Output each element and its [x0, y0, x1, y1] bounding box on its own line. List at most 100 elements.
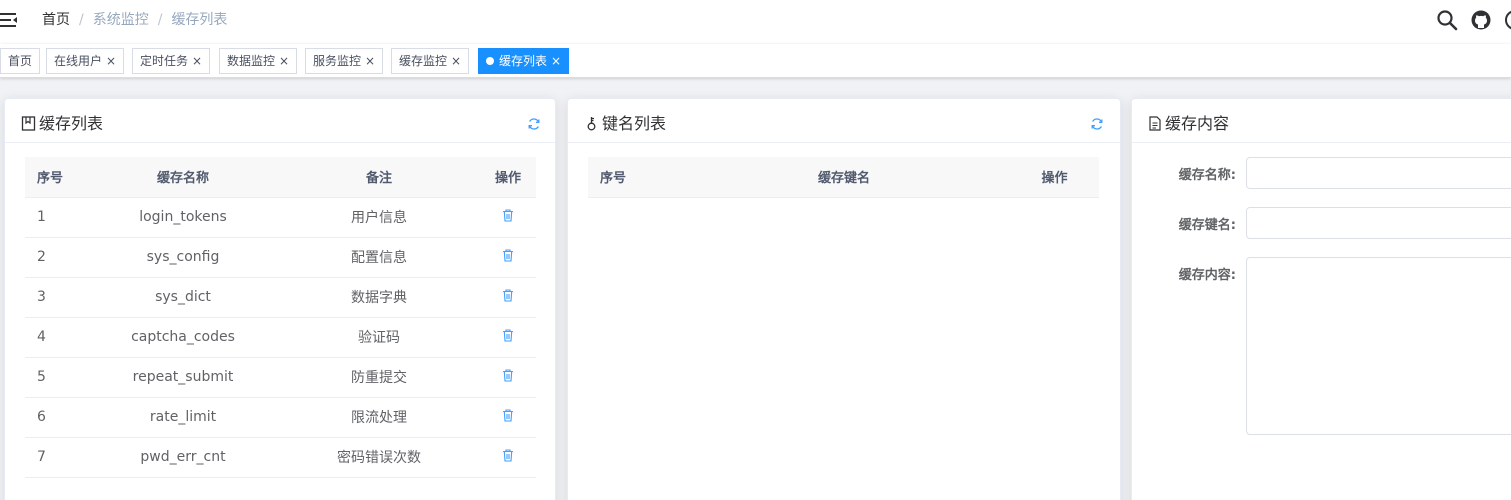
- close-icon[interactable]: ×: [192, 49, 202, 73]
- tag-server-monitor[interactable]: 服务监控 ×: [305, 48, 384, 74]
- cache-name: pwd_err_cnt: [88, 437, 278, 478]
- close-icon[interactable]: ×: [451, 49, 461, 73]
- column-header: 序号: [25, 157, 88, 198]
- table-row[interactable]: 3 sys_dict 数据字典: [25, 277, 536, 318]
- close-icon[interactable]: ×: [365, 49, 375, 73]
- row-index: 1: [25, 197, 88, 238]
- tag-label: 缓存监控: [399, 54, 448, 68]
- delete-icon[interactable]: [502, 288, 514, 302]
- cache-name: captcha_codes: [88, 317, 278, 358]
- close-icon[interactable]: ×: [551, 49, 561, 73]
- tags-view: 首页 在线用户 × 定时任务 × 数据监控 × 服务监控 × 缓存监控 × 缓存列表 ×: [0, 44, 1511, 78]
- delete-icon[interactable]: [502, 448, 514, 462]
- cache-name: sys_config: [88, 237, 278, 278]
- row-index: 5: [25, 357, 88, 398]
- tag-cache-list[interactable]: 缓存列表 ×: [478, 48, 570, 74]
- hamburger-icon[interactable]: [0, 11, 20, 29]
- column-header: 缓存名称: [88, 157, 278, 198]
- row-actions: [480, 277, 536, 318]
- cache-content-title: 缓存内容: [1165, 114, 1230, 133]
- key-icon: [587, 117, 596, 131]
- delete-icon[interactable]: [502, 368, 514, 382]
- tag-cache-monitor[interactable]: 缓存监控 ×: [391, 48, 470, 74]
- cache-remark: 用户信息: [278, 197, 480, 238]
- row-index: 6: [25, 397, 88, 438]
- table-header-row: 序号 缓存名称 备注 操作: [25, 157, 536, 198]
- cache-remark: 数据字典: [278, 277, 480, 318]
- column-header: 操作: [1010, 157, 1099, 198]
- row-actions: [480, 397, 536, 438]
- refresh-icon[interactable]: [527, 117, 541, 131]
- cache-list-card: 缓存列表 序号 缓存名称 备注 操作 1 login_tokens 用户信息 2…: [4, 98, 556, 500]
- breadcrumb-separator: /: [157, 12, 163, 28]
- refresh-icon[interactable]: [1090, 117, 1104, 131]
- cache-content-label: 缓存内容:: [1178, 268, 1236, 283]
- column-header: 缓存键名: [678, 157, 1010, 198]
- row-actions: [480, 317, 536, 358]
- card-header: 缓存列表: [5, 99, 555, 143]
- tag-online-users[interactable]: 在线用户 ×: [46, 48, 125, 74]
- tag-label: 数据监控: [227, 54, 276, 68]
- tag-label: 在线用户: [54, 54, 103, 68]
- table-row[interactable]: 1 login_tokens 用户信息: [25, 197, 536, 238]
- card-header: 缓存内容: [1132, 99, 1511, 143]
- breadcrumb-home[interactable]: 首页: [42, 12, 70, 28]
- cache-remark: 配置信息: [278, 237, 480, 278]
- close-icon[interactable]: ×: [106, 49, 116, 73]
- cache-remark: 密码错误次数: [278, 437, 480, 478]
- tag-label: 服务监控: [313, 54, 362, 68]
- cache-list-table: 序号 缓存名称 备注 操作 1 login_tokens 用户信息 2 sys_…: [25, 157, 536, 478]
- active-dot-icon: [486, 57, 494, 65]
- column-header: 备注: [278, 157, 480, 198]
- tag-label: 定时任务: [140, 54, 189, 68]
- row-actions: [480, 437, 536, 478]
- cache-remark: 限流处理: [278, 397, 480, 438]
- search-icon[interactable]: [1436, 9, 1458, 31]
- delete-icon[interactable]: [502, 248, 514, 262]
- document-icon: [1149, 116, 1161, 131]
- table-row[interactable]: 6 rate_limit 限流处理: [25, 397, 536, 438]
- row-index: 7: [25, 437, 88, 478]
- tag-label: 缓存列表: [499, 54, 548, 68]
- breadcrumb-system-monitor[interactable]: 系统监控: [93, 12, 149, 28]
- table-row[interactable]: 5 repeat_submit 防重提交: [25, 357, 536, 398]
- collection-icon: [21, 116, 36, 131]
- github-icon[interactable]: [1470, 9, 1492, 31]
- cache-remark: 验证码: [278, 317, 480, 358]
- cache-name: sys_dict: [88, 277, 278, 318]
- tag-data-monitor[interactable]: 数据监控 ×: [219, 48, 298, 74]
- cache-list-title: 缓存列表: [39, 114, 104, 133]
- cache-name: repeat_submit: [88, 357, 278, 398]
- row-index: 2: [25, 237, 88, 278]
- tag-scheduled-tasks[interactable]: 定时任务 ×: [132, 48, 211, 74]
- row-index: 4: [25, 317, 88, 358]
- cache-name: login_tokens: [88, 197, 278, 238]
- breadcrumb-current: 缓存列表: [171, 12, 228, 28]
- column-header: 操作: [480, 157, 536, 198]
- table-row[interactable]: 2 sys_config 配置信息: [25, 237, 536, 278]
- cache-name-input[interactable]: [1246, 157, 1511, 189]
- right-menu: [1436, 9, 1511, 31]
- row-index: 3: [25, 277, 88, 318]
- delete-icon[interactable]: [502, 208, 514, 222]
- delete-icon[interactable]: [502, 408, 514, 422]
- cache-key-label: 缓存键名:: [1178, 218, 1236, 233]
- question-icon[interactable]: [1504, 9, 1511, 31]
- tag-home[interactable]: 首页: [0, 48, 41, 74]
- row-actions: [480, 357, 536, 398]
- cache-name: rate_limit: [88, 397, 278, 438]
- card-header: 键名列表: [568, 99, 1120, 143]
- table-row[interactable]: 4 captcha_codes 验证码: [25, 317, 536, 358]
- table-row[interactable]: 7 pwd_err_cnt 密码错误次数: [25, 437, 536, 478]
- card-title: 缓存列表: [21, 114, 103, 134]
- navbar: 首页 / 系统监控 / 缓存列表: [0, 0, 1511, 44]
- close-icon[interactable]: ×: [279, 49, 289, 73]
- delete-icon[interactable]: [502, 328, 514, 342]
- cache-content-card: 缓存内容 缓存名称: 缓存键名: 缓存内容:: [1131, 98, 1511, 500]
- card-title: 键名列表: [584, 114, 666, 134]
- row-actions: [480, 197, 536, 238]
- row-actions: [480, 237, 536, 278]
- cache-content-textarea[interactable]: [1246, 257, 1511, 435]
- cache-key-input[interactable]: [1246, 207, 1511, 239]
- tag-label: 首页: [8, 54, 33, 68]
